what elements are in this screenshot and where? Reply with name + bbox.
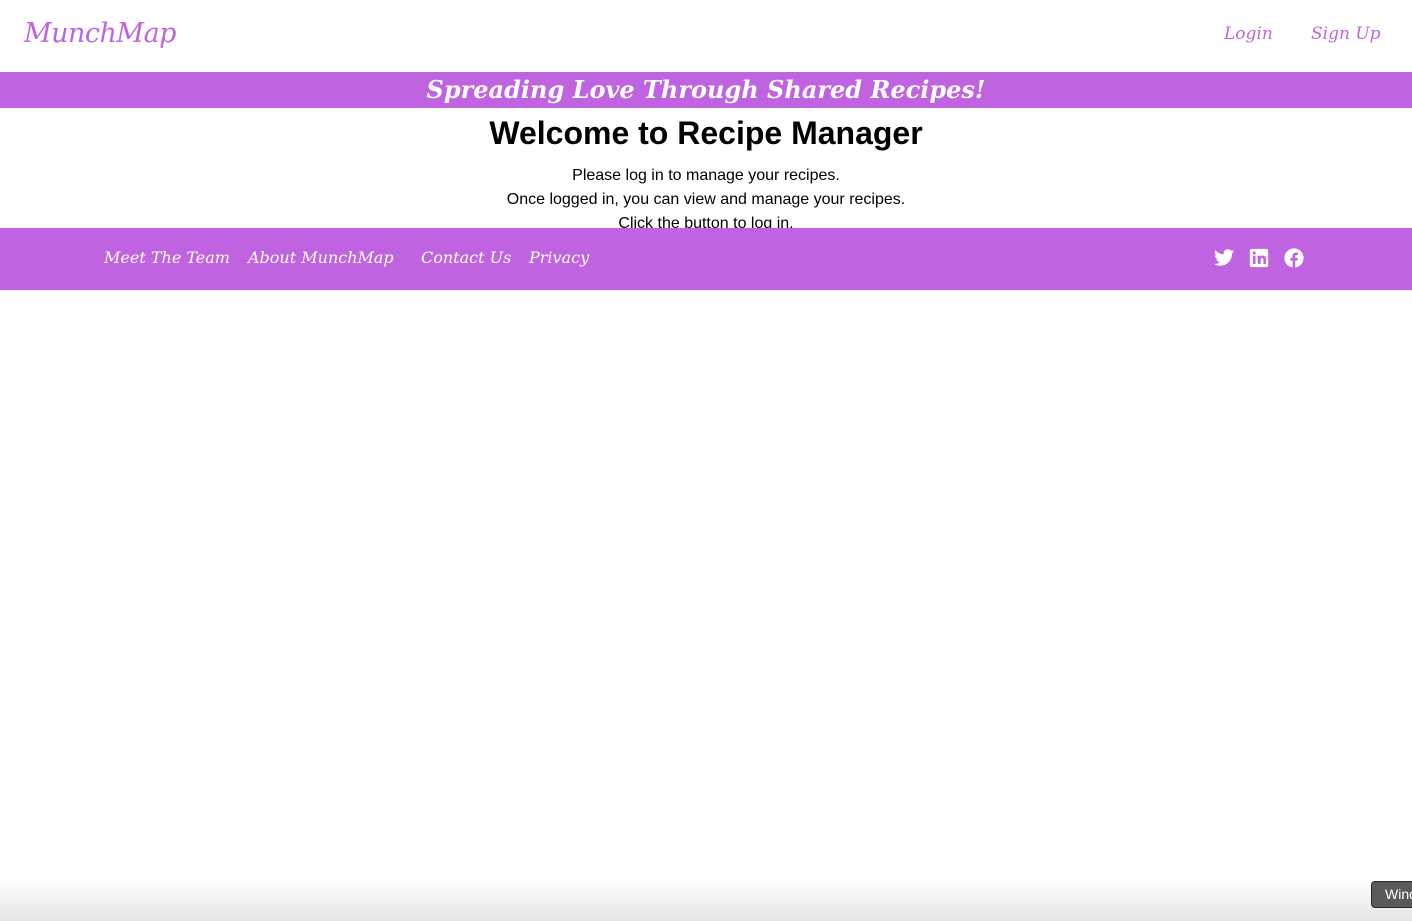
instruction-line-2: Once logged in, you can view and manage … — [506, 191, 906, 208]
tagline-banner: Spreading Love Through Shared Recipes! — [0, 72, 1412, 108]
footer-link-contact[interactable]: Contact Us — [421, 248, 511, 267]
footer-link-meet-the-team[interactable]: Meet The Team — [104, 248, 230, 267]
site-footer: Meet The Team About MunchMap Contact Us … — [0, 228, 1412, 290]
bottom-shade — [0, 880, 1412, 921]
footer-link-privacy[interactable]: Privacy — [529, 248, 589, 267]
login-link[interactable]: Login — [1224, 24, 1273, 44]
linkedin-icon[interactable] — [1248, 247, 1270, 269]
sign-up-link[interactable]: Sign Up — [1311, 24, 1381, 44]
welcome-section: Welcome to Recipe Manager Please log in … — [0, 108, 1412, 232]
top-navbar: MunchMap Login Sign Up — [0, 0, 1412, 72]
instruction-line-1: Please log in to manage your recipes. — [572, 167, 840, 184]
facebook-icon[interactable] — [1283, 247, 1305, 269]
twitter-icon[interactable] — [1213, 247, 1235, 269]
footer-link-about[interactable]: About MunchMap — [248, 248, 394, 267]
brand-logo-link[interactable]: MunchMap — [24, 18, 176, 49]
overlay-button[interactable]: Wind — [1371, 881, 1412, 908]
page-title: Welcome to Recipe Manager — [489, 115, 923, 151]
